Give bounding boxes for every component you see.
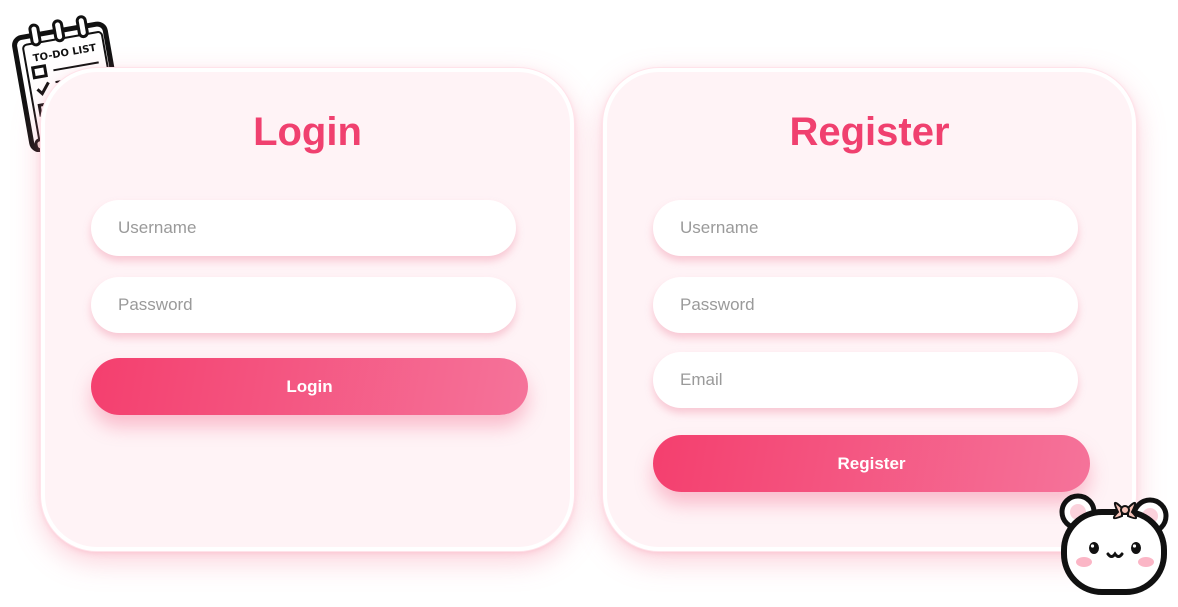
register-email-input[interactable] bbox=[653, 352, 1078, 408]
login-card: Login Login bbox=[41, 68, 574, 551]
login-button[interactable]: Login bbox=[91, 358, 528, 415]
login-username-input[interactable] bbox=[91, 200, 516, 256]
register-card: Register Register bbox=[603, 68, 1136, 551]
login-title: Login bbox=[253, 110, 362, 154]
register-button[interactable]: Register bbox=[653, 435, 1090, 492]
register-password-input[interactable] bbox=[653, 277, 1078, 333]
register-username-input[interactable] bbox=[653, 200, 1078, 256]
login-password-input[interactable] bbox=[91, 277, 516, 333]
bear-mascot-icon bbox=[1059, 493, 1169, 595]
register-title: Register bbox=[789, 110, 950, 154]
